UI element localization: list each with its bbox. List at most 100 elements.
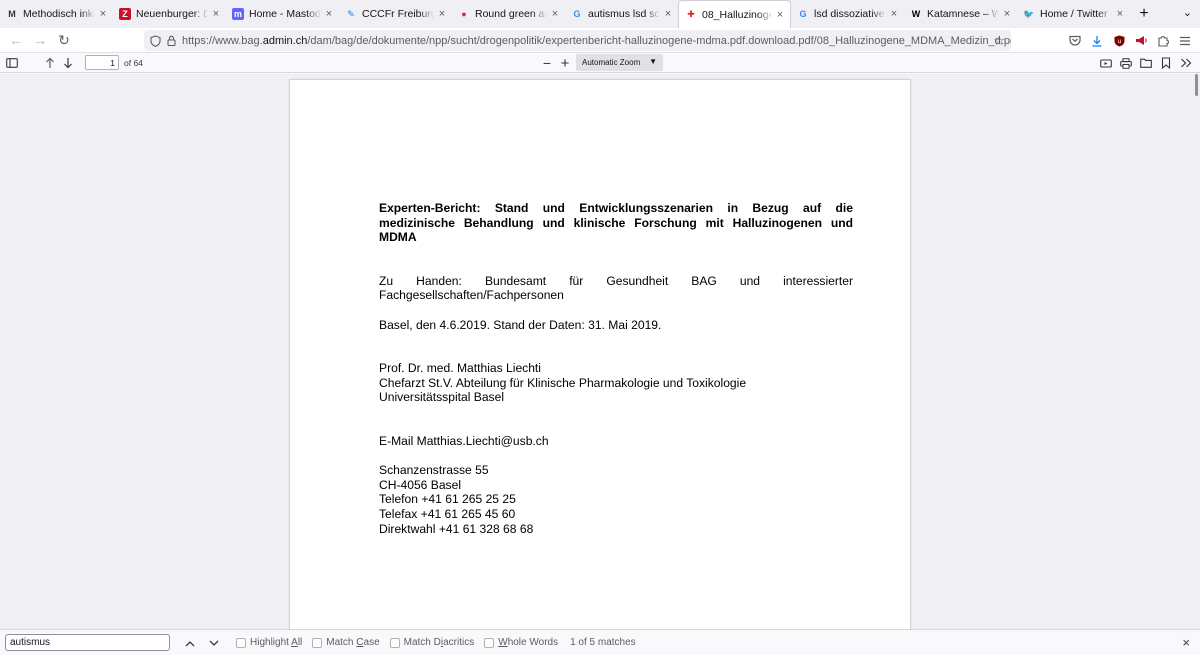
pdf-toolbar: of 64 − + Automatic Zoom ▼ [0,53,1200,73]
ublock-button[interactable]: u [1108,30,1130,52]
bookmark-star-icon[interactable]: ☆ [993,33,1005,49]
find-next-button[interactable] [204,636,224,650]
save-button[interactable] [1136,54,1156,72]
match-case-checkbox[interactable] [312,637,323,648]
back-button[interactable]: ← [4,29,28,51]
browser-tab[interactable]: m Home - Mastodon× [226,0,339,28]
app-menu-button[interactable] [1174,30,1196,52]
tab-favicon-icon: W [911,9,921,19]
tab-close-icon[interactable]: × [97,8,109,20]
scrollbar-thumb[interactable] [1195,74,1198,96]
addressee-line: Zu Handen: Bundesamt für Gesundheit BAG und int… [379,274,853,289]
browser-tab[interactable]: W Katamnese – Wikip× [904,0,1017,28]
folder-icon [1140,58,1152,68]
email-line: E-Mail Matthias.Liechti@usb.ch [379,433,549,448]
next-page-button[interactable] [59,54,77,72]
extension-megaphone-button[interactable] [1130,30,1152,52]
tab-close-icon[interactable]: × [210,8,222,20]
print-button[interactable] [1116,54,1136,72]
browser-tab[interactable]: ● Round green and w× [452,0,565,28]
tools-menu-button[interactable] [1176,54,1196,72]
whole-words-label: Whole Words [498,637,559,648]
phone-line: Telefon +41 61 265 25 25 [379,492,516,507]
match-diacritics-checkbox[interactable] [389,637,400,648]
direct-line: Direktwahl +41 61 328 68 68 [379,521,534,536]
whole-words-option[interactable]: Whole Words [484,637,558,648]
bookmark-button[interactable] [1156,54,1176,72]
tab-title: 08_Halluzinogene [702,8,772,21]
browser-tab[interactable]: Z Neuenburger: Das× [113,0,226,28]
browser-tab[interactable]: Gautismus lsd schizo× [565,0,678,28]
tab-close-icon[interactable]: × [1114,8,1126,20]
tab-close-icon[interactable]: × [436,8,448,20]
presentation-mode-button[interactable] [1096,54,1116,72]
author-institution: Universitätsspital Basel [379,390,505,405]
forward-button[interactable]: → [28,29,52,51]
highlight-all-checkbox[interactable] [236,637,246,648]
tab-title: Home / Twitter [1040,8,1108,20]
browser-tab[interactable]: 🐦 Home / Twitter × [1017,0,1130,28]
sidebar-toggle-button[interactable] [3,54,21,72]
shield-icon[interactable] [150,34,161,47]
find-input[interactable]: autismus [5,634,170,651]
downloads-button[interactable] [1086,30,1108,52]
url-path: /dam/bag/de/dokumente/npp/sucht/drogenpo… [307,34,1011,47]
tab-close-icon[interactable]: × [662,8,674,20]
tab-title: CCCFr Freiburg: "R [362,8,434,20]
zoom-in-button[interactable]: + [556,54,574,72]
lock-icon[interactable] [167,35,176,46]
toolbar-actions: u [1064,28,1200,53]
find-match-status: 1 of 5 matches [570,637,636,648]
back-arrow-icon: ← [9,32,23,48]
highlight-all-option[interactable]: Highlight All [236,637,302,648]
tab-title: Katamnese – Wikip [927,8,999,20]
pdf-page: Experten-Bericht: Stand und Entwicklungs… [289,79,911,629]
tab-strip: MMethodisch inkorrekt×ZNeuenburger: Das×… [0,0,1200,28]
tab-close-icon[interactable]: × [888,8,900,20]
page-number-input[interactable] [85,55,119,70]
addressee-word: BAG [691,273,717,288]
tab-close-icon[interactable]: × [774,9,786,21]
tab-favicon-icon: 🐦 [1023,8,1035,19]
fax-line: Telefax +41 61 265 45 60 [379,506,516,521]
url-text[interactable]: https://www.bag.admin.ch/dam/bag/de/doku… [182,35,1011,47]
browser-tab[interactable]: ✚ 08_Halluzinogene× [678,0,791,28]
new-tab-button[interactable]: + [1130,0,1158,28]
url-bar[interactable]: https://www.bag.admin.ch/dam/bag/de/doku… [144,30,1011,51]
match-case-option[interactable]: Match Case [312,637,380,648]
pdf-toolbar-right [1096,54,1196,72]
tab-close-icon[interactable]: × [323,8,335,20]
hamburger-menu-icon [1179,36,1191,46]
pocket-button[interactable] [1064,30,1086,52]
tab-title: Neuenburger: Das [136,8,208,20]
tab-favicon-icon: Z [119,8,131,20]
tab-favicon-icon: M [8,9,16,19]
zoom-select[interactable]: Automatic Zoom ▼ [576,54,663,71]
find-close-button[interactable]: × [1182,635,1190,650]
tab-favicon-icon: ✎ [347,8,355,19]
sidebar-toggle-icon [6,57,18,68]
previous-page-button[interactable] [41,54,59,72]
match-case-label: Match Case [326,637,380,648]
browser-tab[interactable]: ✎ CCCFr Freiburg: "R× [339,0,452,28]
find-bar: autismus Highlight All Match Case Match … [0,629,1200,655]
match-diacritics-option[interactable]: Match Diacritics [389,637,474,648]
find-previous-button[interactable] [180,636,200,650]
tab-close-icon[interactable]: × [1001,8,1013,20]
chevron-down-icon [209,640,219,647]
list-all-tabs-button[interactable]: ⌄ [1183,6,1192,19]
addressee-word: Handen: [416,273,462,288]
addressee-word: Bundesamt [484,273,547,288]
tab-close-icon[interactable]: × [549,8,561,20]
ublock-shield-icon: u [1114,35,1125,47]
tab-favicon-icon: m [232,8,244,20]
browser-tab[interactable]: M Methodisch inkorrekt× [0,0,113,28]
browser-tab[interactable]: Glsd dissoziative stö× [791,0,904,28]
chevron-up-icon [185,640,195,647]
reload-button[interactable]: ↻ [52,29,76,51]
zoom-out-button[interactable]: − [538,54,556,72]
whole-words-checkbox[interactable] [484,637,495,648]
tab-title: lsd dissoziative stö [814,8,886,20]
pdf-viewer[interactable]: Experten-Bericht: Stand und Entwicklungs… [0,74,1200,629]
extensions-button[interactable] [1152,30,1174,52]
